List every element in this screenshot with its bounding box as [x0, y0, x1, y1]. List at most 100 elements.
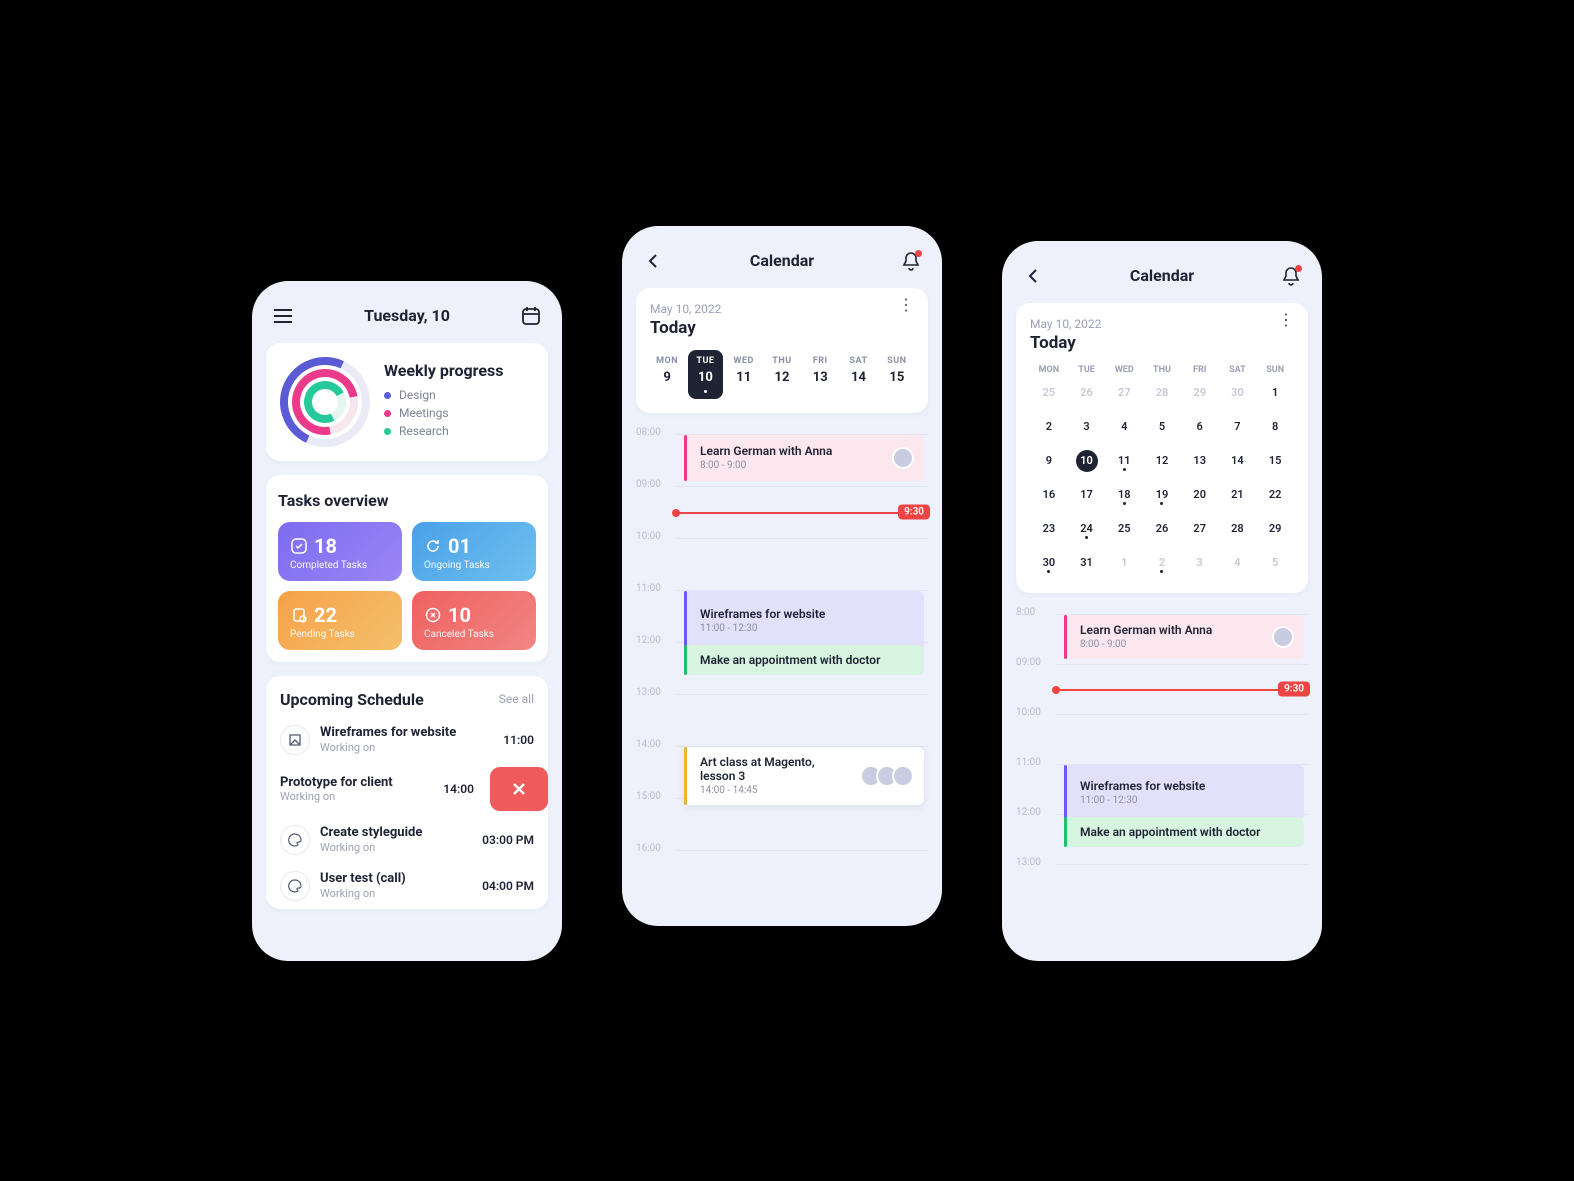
calendar-event[interactable]: Wireframes for website11:00 - 12:30 [684, 591, 924, 651]
today-label: Today [1030, 333, 1101, 353]
calendar-icon[interactable] [518, 303, 544, 329]
more-icon[interactable]: ⋮ [898, 302, 914, 308]
event-dot-icon [1085, 536, 1088, 539]
month-day-cell[interactable]: 17 [1068, 483, 1106, 511]
schedule-item[interactable]: User test (call)Working on04:00 PM [280, 863, 534, 909]
week-day[interactable]: MON9 [650, 350, 684, 399]
month-day-number: 6 [1197, 420, 1203, 433]
header: Calendar [636, 242, 928, 288]
month-day-cell[interactable]: 13 [1181, 449, 1219, 477]
month-day-cell[interactable]: 18 [1105, 483, 1143, 511]
month-day-cell[interactable]: 24 [1068, 517, 1106, 545]
week-day[interactable]: FRI13 [803, 350, 837, 399]
delete-button[interactable] [490, 767, 548, 811]
month-day-cell[interactable]: 29 [1181, 381, 1219, 409]
task-tile[interactable]: 18Completed Tasks [278, 522, 402, 581]
event-accent-bar [684, 747, 687, 805]
week-day[interactable]: SAT14 [841, 350, 875, 399]
header: Tuesday, 10 [266, 297, 548, 343]
month-day-cell[interactable]: 28 [1143, 381, 1181, 409]
month-day-cell[interactable]: 9 [1030, 449, 1068, 477]
month-day-cell[interactable]: 25 [1105, 517, 1143, 545]
calendar-event[interactable]: Make an appointment with doctor [1064, 817, 1304, 847]
month-day-cell[interactable]: 2 [1143, 551, 1181, 579]
month-day-cell[interactable]: 6 [1181, 415, 1219, 443]
progress-rings-icon [280, 357, 370, 447]
month-day-cell[interactable]: 11 [1105, 449, 1143, 477]
refresh-icon [424, 537, 442, 555]
task-tile[interactable]: 01Ongoing Tasks [412, 522, 536, 581]
calendar-event[interactable]: Learn German with Anna8:00 - 9:00 [1064, 615, 1304, 659]
month-day-cell[interactable]: 12 [1143, 449, 1181, 477]
month-day-cell[interactable]: 23 [1030, 517, 1068, 545]
calendar-event[interactable]: Wireframes for website11:00 - 12:30 [1064, 765, 1304, 821]
week-dow: SAT [849, 356, 867, 366]
legend-item: Meetings [384, 406, 503, 420]
tile-value: 01 [448, 534, 471, 558]
month-day-cell[interactable]: 26 [1068, 381, 1106, 409]
avatar [1272, 626, 1294, 648]
month-day-cell[interactable]: 4 [1105, 415, 1143, 443]
week-day[interactable]: WED11 [727, 350, 761, 399]
month-day-cell[interactable]: 10 [1068, 449, 1106, 477]
event-title: Art class at Magento, lesson 3 [700, 755, 850, 783]
schedule-item-swiped[interactable]: Prototype for clientWorking on14:00 [266, 767, 548, 811]
week-day[interactable]: TUE10 [688, 350, 722, 399]
month-day-cell[interactable]: 8 [1256, 415, 1294, 443]
month-day-cell[interactable]: 5 [1256, 551, 1294, 579]
month-day-cell[interactable]: 19 [1143, 483, 1181, 511]
hour-row: 10:00 [636, 531, 928, 583]
month-day-cell[interactable]: 27 [1105, 381, 1143, 409]
month-day-cell[interactable]: 2 [1030, 415, 1068, 443]
month-day-cell[interactable]: 28 [1219, 517, 1257, 545]
month-day-cell[interactable]: 1 [1105, 551, 1143, 579]
week-dow: THU [772, 356, 791, 366]
tile-label: Completed Tasks [290, 560, 390, 571]
bell-icon[interactable] [898, 248, 924, 274]
weekly-progress-card[interactable]: Weekly progress DesignMeetingsResearch [266, 343, 548, 461]
month-day-cell[interactable]: 25 [1030, 381, 1068, 409]
schedule-time: 03:00 PM [482, 833, 534, 847]
month-day-cell[interactable]: 30 [1030, 551, 1068, 579]
month-day-cell[interactable]: 29 [1256, 517, 1294, 545]
event-accent-bar [1064, 765, 1067, 821]
day-timeline[interactable]: 08:0009:0010:0011:0012:0013:0014:0015:00… [636, 427, 928, 897]
month-day-cell[interactable]: 30 [1219, 381, 1257, 409]
month-day-cell[interactable]: 27 [1181, 517, 1219, 545]
month-day-cell[interactable]: 5 [1143, 415, 1181, 443]
check-icon [290, 537, 308, 555]
calendar-event[interactable]: Art class at Magento, lesson 314:00 - 14… [684, 747, 924, 805]
month-dow: FRI [1181, 365, 1219, 375]
calendar-event[interactable]: Make an appointment with doctor [684, 645, 924, 675]
bell-icon[interactable] [1278, 263, 1304, 289]
month-day-cell[interactable]: 22 [1256, 483, 1294, 511]
more-icon[interactable]: ⋮ [1278, 317, 1294, 323]
menu-icon[interactable] [270, 303, 296, 329]
month-day-cell[interactable]: 4 [1219, 551, 1257, 579]
day-timeline[interactable]: 8:0009:0010:0011:0012:0013:009:30Learn G… [1016, 607, 1308, 927]
month-day-cell[interactable]: 15 [1256, 449, 1294, 477]
month-dow-row: MONTUEWEDTHUFRISATSUN [1030, 365, 1294, 375]
week-daynum: 13 [813, 370, 828, 385]
see-all-link[interactable]: See all [499, 692, 534, 706]
task-tile[interactable]: 22Pending Tasks [278, 591, 402, 650]
schedule-item[interactable]: Wireframes for websiteWorking on11:00 [280, 717, 534, 763]
calendar-event[interactable]: Learn German with Anna8:00 - 9:00 [684, 435, 924, 481]
month-day-number: 29 [1269, 522, 1282, 535]
week-day[interactable]: THU12 [765, 350, 799, 399]
month-day-cell[interactable]: 26 [1143, 517, 1181, 545]
month-day-cell[interactable]: 7 [1219, 415, 1257, 443]
week-day[interactable]: SUN15 [880, 350, 914, 399]
month-day-cell[interactable]: 3 [1181, 551, 1219, 579]
month-day-cell[interactable]: 1 [1256, 381, 1294, 409]
task-tile[interactable]: 10Canceled Tasks [412, 591, 536, 650]
back-icon[interactable] [1020, 263, 1046, 289]
back-icon[interactable] [640, 248, 666, 274]
month-day-cell[interactable]: 16 [1030, 483, 1068, 511]
month-day-cell[interactable]: 21 [1219, 483, 1257, 511]
month-day-cell[interactable]: 14 [1219, 449, 1257, 477]
month-day-cell[interactable]: 20 [1181, 483, 1219, 511]
month-day-cell[interactable]: 31 [1068, 551, 1106, 579]
month-day-cell[interactable]: 3 [1068, 415, 1106, 443]
schedule-item[interactable]: Create styleguideWorking on03:00 PM [280, 817, 534, 863]
